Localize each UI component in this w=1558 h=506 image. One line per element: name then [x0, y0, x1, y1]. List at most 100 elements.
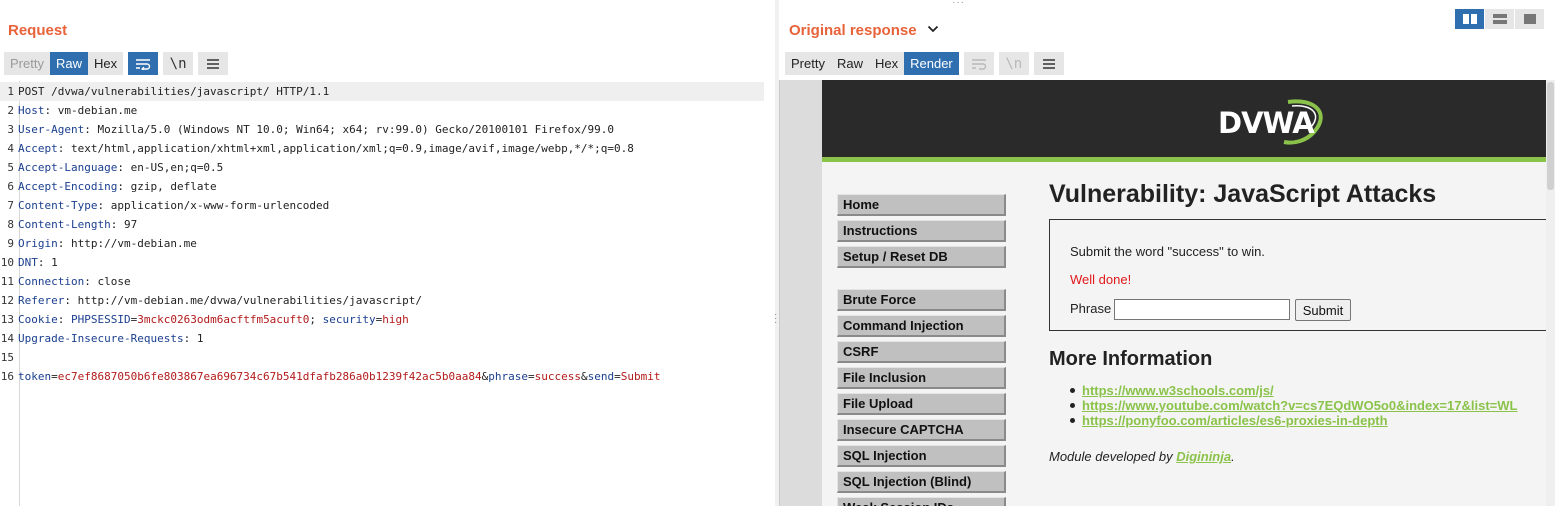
response-tab-pretty[interactable]: Pretty — [785, 52, 831, 75]
menu-item[interactable]: Command Injection — [837, 315, 1006, 337]
menu-icon[interactable] — [1033, 52, 1064, 75]
code-line[interactable]: 12 Referer: http://vm-debian.me/dvwa/vuln… — [0, 291, 764, 310]
code-token: Referer — [18, 294, 65, 307]
line-number: 11 — [0, 275, 14, 288]
menu-item[interactable]: Insecure CAPTCHA — [837, 419, 1006, 441]
splitter-grip-icon[interactable]: · · · — [774, 310, 777, 328]
credit-prefix: Module developed by — [1049, 449, 1177, 464]
render-scrollbar-thumb[interactable] — [1547, 82, 1554, 190]
line-number: 5 — [7, 161, 14, 174]
submit-button[interactable]: Submit — [1295, 299, 1351, 321]
menu-item[interactable]: SQL Injection (Blind) — [837, 471, 1006, 493]
result-message: Well done! — [1070, 272, 1132, 287]
info-link[interactable]: https://www.youtube.com/watch?v=cs7EQdWO… — [1082, 398, 1517, 413]
rendered-response[interactable]: DVWA Home Instructions Setup / Reset DB Bru… — [779, 80, 1555, 506]
menu-item[interactable]: CSRF — [837, 341, 1006, 363]
request-editor[interactable]: 1 POST /dvwa/vulnerabilities/javascript/ … — [0, 81, 766, 506]
code-token: phrase — [488, 370, 528, 383]
code-token: POST /dvwa/vulnerabilities/javascript/ H… — [18, 85, 330, 98]
code-token: : en-US,en;q=0.5 — [117, 161, 224, 174]
line-number: 14 — [0, 332, 14, 345]
menu-item[interactable]: Setup / Reset DB — [837, 246, 1006, 268]
code-line[interactable]: 6 Accept-Encoding: gzip, deflate — [0, 177, 764, 196]
list-item: https://www.w3schools.com/js/ — [1070, 383, 1517, 398]
more-info-heading: More Information — [1049, 348, 1213, 370]
menu-item[interactable]: SQL Injection — [837, 445, 1006, 467]
code-line[interactable]: 16 token=ec7ef8687050b6fe803867ea696734c6… — [0, 367, 764, 386]
code-line[interactable]: 13 Cookie: PHPSESSID=3mckc0263odm6acftfm5… — [0, 310, 764, 329]
menu-item[interactable]: Brute Force — [837, 289, 1006, 311]
code-token: PHPSESSID — [71, 313, 131, 326]
response-pane-title[interactable]: Original response — [789, 22, 939, 39]
code-token: = — [614, 370, 621, 383]
response-tab-render[interactable]: Render — [904, 52, 959, 75]
request-toolbar: Pretty Raw Hex \n — [4, 52, 229, 75]
phrase-input[interactable] — [1114, 299, 1290, 320]
code-line[interactable]: 2 Host: vm-debian.me — [0, 101, 764, 120]
code-token: Accept — [18, 142, 58, 155]
code-token: high — [382, 313, 409, 326]
code-token: Origin — [18, 237, 58, 250]
page-heading: Vulnerability: JavaScript Attacks — [1049, 180, 1437, 208]
dvwa-page: DVWA Home Instructions Setup / Reset DB Bru… — [822, 80, 1549, 506]
code-line[interactable]: 3 User-Agent: Mozilla/5.0 (Windows NT 10.… — [0, 120, 764, 139]
code-token: Upgrade-Insecure-Requests — [18, 332, 184, 345]
code-line[interactable]: 7 Content-Type: application/x-www-form-ur… — [0, 196, 764, 215]
newline-icon[interactable]: \n — [163, 52, 194, 75]
code-token: = — [527, 370, 535, 383]
layout-toggle — [1455, 9, 1545, 29]
info-link[interactable]: https://www.w3schools.com/js/ — [1082, 383, 1274, 398]
request-pane-title: Request — [8, 22, 68, 39]
chevron-down-icon[interactable] — [927, 25, 939, 34]
code-token: Host — [18, 104, 45, 117]
request-tab-hex[interactable]: Hex — [87, 52, 124, 75]
code-line[interactable]: 5 Accept-Language: en-US,en;q=0.5 — [0, 158, 764, 177]
code-line[interactable]: 10 DNT: 1 — [0, 253, 764, 272]
code-token: : vm-debian.me — [44, 104, 138, 117]
menu-item[interactable]: Home — [837, 194, 1006, 216]
code-token: : — [57, 313, 71, 326]
single-pane-icon[interactable] — [1515, 9, 1544, 29]
menu-item[interactable]: File Upload — [837, 393, 1006, 415]
wrap-lines-icon[interactable] — [128, 52, 159, 75]
request-tab-raw[interactable]: Raw — [49, 52, 88, 75]
more-info-links: https://www.w3schools.com/js/ https://ww… — [1070, 383, 1517, 428]
response-tab-hex[interactable]: Hex — [868, 52, 905, 75]
code-token: send — [587, 370, 615, 383]
request-tab-pretty[interactable]: Pretty — [4, 52, 50, 75]
code-line[interactable]: 14 Upgrade-Insecure-Requests: 1 — [0, 329, 764, 348]
code-token: 3mckc0263odm6acftfm5acuft0 — [137, 313, 310, 326]
menu-item[interactable]: Weak Session IDs — [837, 497, 1006, 506]
split-horizontal-icon[interactable] — [1455, 9, 1484, 29]
line-number: 7 — [7, 199, 14, 212]
code-token: Submit — [620, 370, 661, 383]
code-line[interactable]: 8 Content-Length: 97 — [0, 215, 764, 234]
code-token: Accept-Language — [18, 161, 118, 174]
code-line[interactable]: 9 Origin: http://vm-debian.me — [0, 234, 764, 253]
code-token: : gzip, deflate — [117, 180, 217, 193]
line-number: 16 — [0, 370, 14, 383]
line-number: 1 — [7, 85, 14, 98]
info-link[interactable]: https://ponyfoo.com/articles/es6-proxies… — [1082, 413, 1388, 428]
menu-item[interactable]: File Inclusion — [837, 367, 1006, 389]
code-token: success — [534, 370, 581, 383]
code-line[interactable]: 11 Connection: close — [0, 272, 764, 291]
module-credit: Module developed by Digininja. — [1049, 449, 1235, 464]
code-line[interactable]: 4 Accept: text/html,application/xhtml+xml… — [0, 139, 764, 158]
menu-item[interactable]: Instructions — [837, 220, 1006, 242]
line-number: 2 — [7, 104, 14, 117]
response-tab-raw[interactable]: Raw — [830, 52, 869, 75]
code-token: DNT — [18, 256, 38, 269]
line-number: 9 — [7, 237, 14, 250]
line-number: 12 — [0, 294, 14, 307]
top-splitter-grip-icon[interactable]: ··· — [952, 0, 965, 8]
code-token: User-Agent — [18, 123, 85, 136]
dvwa-logo-text: DVWA — [1218, 106, 1315, 140]
instruction-text: Submit the word "success" to win. — [1070, 244, 1265, 259]
menu-icon[interactable] — [198, 52, 229, 75]
split-vertical-icon[interactable] — [1485, 9, 1514, 29]
code-line[interactable]: 15 — [0, 348, 764, 367]
code-line[interactable]: 1 POST /dvwa/vulnerabilities/javascript/ … — [0, 82, 764, 101]
credit-author-link[interactable]: Digininja — [1176, 449, 1231, 464]
burp-repeater-view: Request Pretty Raw Hex \n 1 POST /dvwa/vu… — [0, 0, 1558, 506]
